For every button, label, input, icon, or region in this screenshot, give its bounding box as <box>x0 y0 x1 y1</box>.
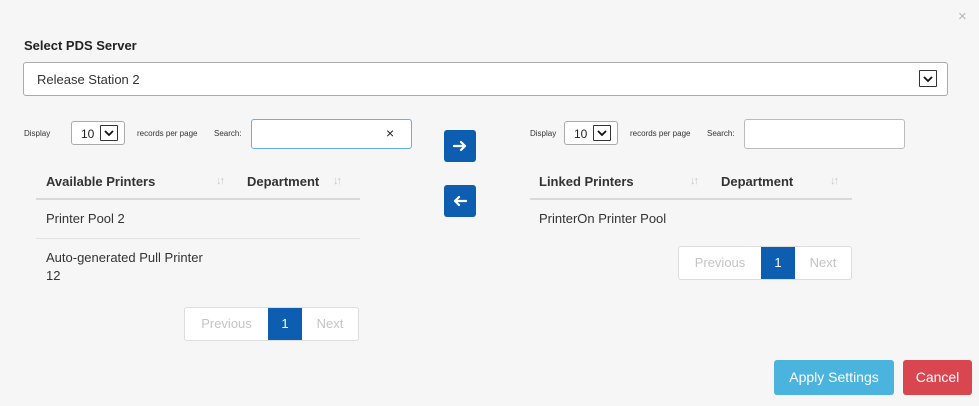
sort-icon[interactable]: ↓↑ <box>830 175 839 187</box>
left-page-size-select[interactable]: 10 <box>71 121 125 145</box>
next-page-button[interactable]: Next <box>302 308 358 340</box>
cancel-button[interactable]: Cancel <box>903 360 972 395</box>
current-page-button[interactable]: 1 <box>268 308 302 340</box>
table-row[interactable]: Printer Pool 2 <box>46 210 125 228</box>
col-linked-printers[interactable]: Linked Printers <box>539 174 634 189</box>
next-page-button[interactable]: Next <box>795 247 851 279</box>
arrow-right-icon <box>453 140 467 152</box>
col-department[interactable]: Department <box>721 174 793 189</box>
clear-search-icon[interactable]: × <box>386 126 394 140</box>
table-row[interactable]: PrinterOn Printer Pool <box>539 210 666 228</box>
sort-icon[interactable]: ↓↑ <box>216 175 225 187</box>
table-row-cont[interactable]: 12 <box>46 267 60 285</box>
table-header-divider <box>530 198 852 200</box>
row-divider <box>36 238 360 239</box>
chevron-down-icon[interactable] <box>919 70 937 87</box>
add-printer-button[interactable] <box>444 130 476 162</box>
remove-printer-button[interactable] <box>444 185 476 217</box>
arrow-left-icon <box>453 195 467 207</box>
previous-page-button[interactable]: Previous <box>185 308 268 340</box>
left-display-label: Display <box>24 129 51 138</box>
close-icon[interactable]: × <box>958 9 967 24</box>
chevron-down-icon[interactable] <box>100 125 118 141</box>
sort-icon[interactable]: ↓↑ <box>690 175 699 187</box>
chevron-down-icon[interactable] <box>593 125 611 141</box>
previous-page-button[interactable]: Previous <box>679 247 761 279</box>
apply-settings-button[interactable]: Apply Settings <box>774 360 894 395</box>
col-available-printers[interactable]: Available Printers <box>46 174 155 189</box>
col-department[interactable]: Department <box>247 174 319 189</box>
right-search-label: Search: <box>707 129 735 138</box>
pds-server-value: Release Station 2 <box>37 72 140 87</box>
right-records-label: records per page <box>630 129 691 138</box>
left-page-size-value: 10 <box>81 127 95 141</box>
table-header-divider <box>36 198 360 200</box>
left-search-label: Search: <box>214 129 242 138</box>
table-row[interactable]: Auto-generated Pull Printer <box>46 249 203 267</box>
select-pds-server-dialog: × Select PDS Server Release Station 2 Di… <box>0 0 979 406</box>
right-display-label: Display <box>530 129 557 138</box>
left-records-label: records per page <box>137 129 198 138</box>
sort-icon[interactable]: ↓↑ <box>333 175 342 187</box>
right-pagination: Previous 1 Next <box>678 246 852 280</box>
right-page-size-value: 10 <box>574 127 588 141</box>
dialog-title: Select PDS Server <box>24 38 137 53</box>
pds-server-select[interactable]: Release Station 2 <box>23 62 948 96</box>
left-pagination: Previous 1 Next <box>184 307 359 341</box>
current-page-button[interactable]: 1 <box>761 247 795 279</box>
right-search-input[interactable] <box>744 119 905 149</box>
right-page-size-select[interactable]: 10 <box>564 121 618 145</box>
